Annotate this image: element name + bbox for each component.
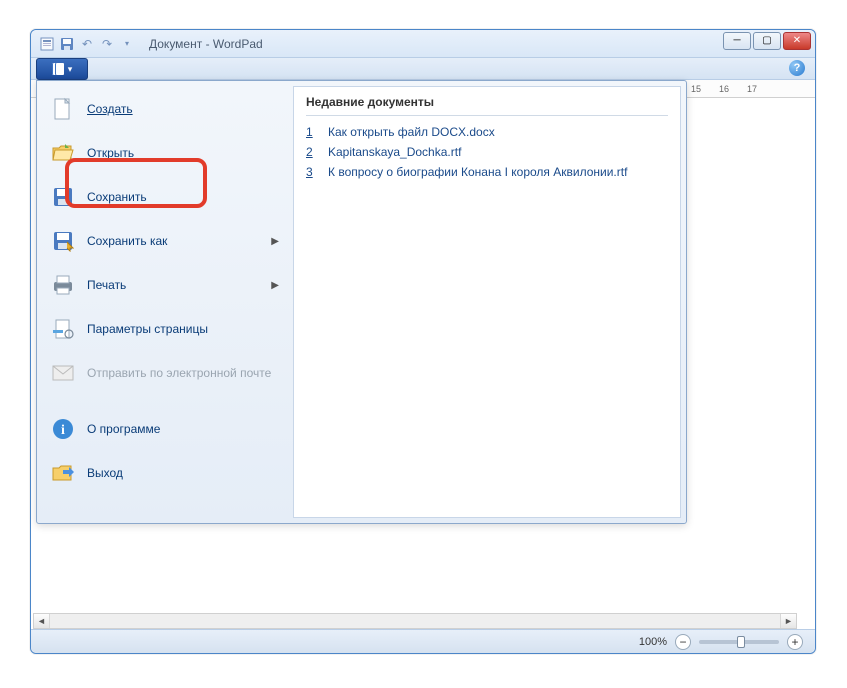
app-icon (39, 36, 55, 52)
close-button[interactable]: ✕ (783, 32, 811, 50)
recent-documents-panel: Недавние документы 1 Как открыть файл DO… (293, 86, 681, 518)
menu-label: Печать (87, 278, 259, 292)
email-icon (51, 361, 75, 385)
file-menu-leftcol: Создать Открыть Сохранить Сохранить как (37, 81, 293, 523)
window-title: Документ - WordPad (149, 37, 263, 51)
info-icon: i (51, 417, 75, 441)
zoom-slider-thumb[interactable] (737, 636, 745, 648)
zoom-out-button[interactable]: − (675, 634, 691, 650)
file-menu-button[interactable]: ▾ (36, 58, 88, 80)
menu-item-email: Отправить по электронной почте (43, 351, 287, 395)
ruler-mark: 15 (691, 84, 701, 94)
qat-redo-icon[interactable]: ↷ (99, 36, 115, 52)
submenu-arrow-icon: ▶ (271, 236, 279, 247)
recent-item-number: 3 (306, 165, 318, 179)
menu-item-print[interactable]: Печать ▶ (43, 263, 287, 307)
menu-label: Выход (87, 466, 279, 480)
new-document-icon (51, 97, 75, 121)
submenu-arrow-icon: ▶ (271, 280, 279, 291)
menu-label: Открыть (87, 146, 279, 160)
save-icon (51, 185, 75, 209)
maximize-button[interactable]: ▢ (753, 32, 781, 50)
chevron-down-icon: ▾ (68, 64, 73, 75)
recent-item-number: 2 (306, 145, 318, 159)
menu-label: Сохранить (87, 190, 279, 204)
recent-item[interactable]: 1 Как открыть файл DOCX.docx (306, 122, 668, 142)
ribbon-bar: ▾ ? (31, 58, 815, 80)
open-folder-icon (51, 141, 75, 165)
zoom-percent: 100% (639, 636, 667, 648)
exit-icon (51, 461, 75, 485)
zoom-slider[interactable] (699, 640, 779, 644)
menu-label: Параметры страницы (87, 322, 279, 336)
menu-label: Создать (87, 102, 279, 116)
print-icon (51, 273, 75, 297)
file-menu-panel: Создать Открыть Сохранить Сохранить как (36, 80, 687, 524)
minimize-button[interactable]: ─ (723, 32, 751, 50)
menu-label: Сохранить как (87, 234, 259, 248)
titlebar: ↶ ↷ ▾ Документ - WordPad ─ ▢ ✕ (31, 30, 815, 58)
scroll-left-button[interactable]: ◄ (34, 614, 50, 628)
qat-undo-icon[interactable]: ↶ (79, 36, 95, 52)
qat-dropdown-icon[interactable]: ▾ (119, 36, 135, 52)
menu-item-about[interactable]: i О программе (43, 407, 287, 451)
ruler-mark: 16 (719, 84, 729, 94)
recent-item-number: 1 (306, 125, 318, 139)
svg-text:i: i (61, 423, 65, 438)
menu-item-save[interactable]: Сохранить (43, 175, 287, 219)
qat-save-icon[interactable] (59, 36, 75, 52)
saveas-icon (51, 229, 75, 253)
recent-item[interactable]: 2 Kapitanskaya_Dochka.rtf (306, 142, 668, 162)
recent-item-name: Как открыть файл DOCX.docx (328, 125, 495, 139)
recent-heading: Недавние документы (306, 95, 668, 116)
menu-item-open[interactable]: Открыть (43, 131, 287, 175)
recent-item-name: К вопросу о биографии Конана I короля Ак… (328, 165, 627, 179)
menu-item-exit[interactable]: Выход (43, 451, 287, 495)
menu-label: Отправить по электронной почте (87, 366, 279, 380)
menu-item-new[interactable]: Создать (43, 87, 287, 131)
recent-item[interactable]: 3 К вопросу о биографии Конана I короля … (306, 162, 668, 182)
menu-item-saveas[interactable]: Сохранить как ▶ (43, 219, 287, 263)
file-menu-icon (52, 63, 64, 75)
status-bar: 100% − + (31, 629, 815, 653)
recent-item-name: Kapitanskaya_Dochka.rtf (328, 145, 461, 159)
menu-label: О программе (87, 422, 279, 436)
help-icon[interactable]: ? (789, 60, 805, 76)
scroll-right-button[interactable]: ► (780, 614, 796, 628)
pagesetup-icon (51, 317, 75, 341)
wordpad-window: ↶ ↷ ▾ Документ - WordPad ─ ▢ ✕ ▾ ? 15 16… (30, 29, 816, 654)
ruler-mark: 17 (747, 84, 757, 94)
zoom-in-button[interactable]: + (787, 634, 803, 650)
horizontal-scrollbar[interactable]: ◄ ► (33, 613, 797, 629)
menu-item-pagesetup[interactable]: Параметры страницы (43, 307, 287, 351)
